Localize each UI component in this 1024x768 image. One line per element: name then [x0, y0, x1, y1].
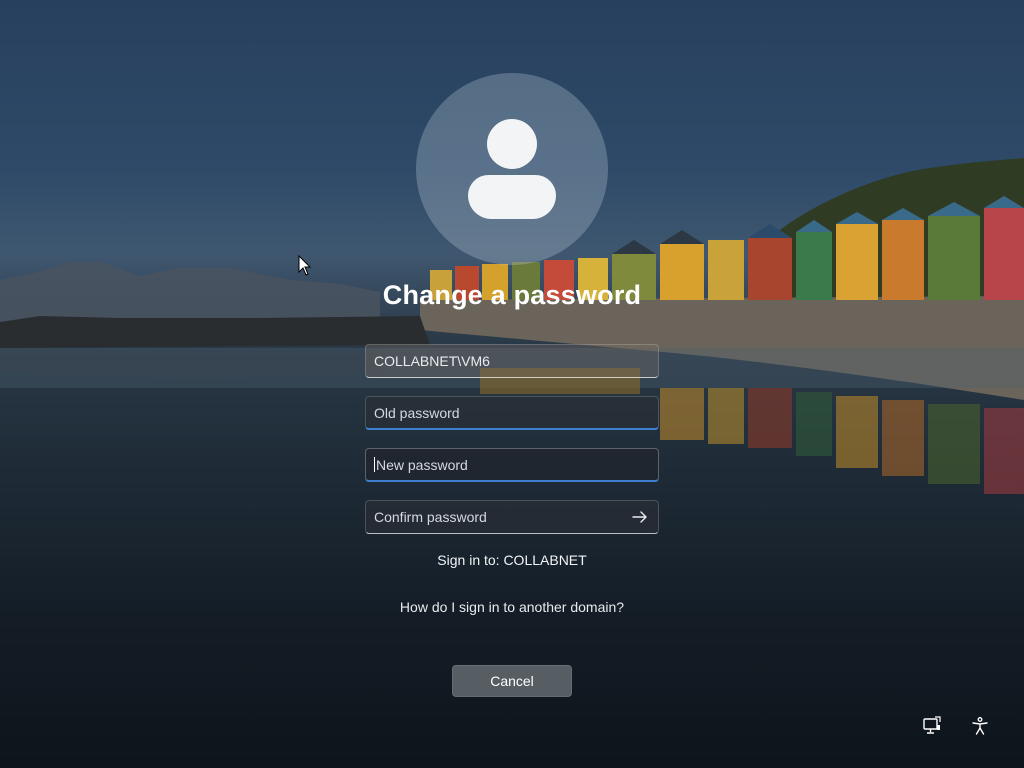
old-password-placeholder: Old password — [374, 405, 460, 421]
other-domain-link[interactable]: How do I sign in to another domain? — [312, 599, 712, 615]
username-field[interactable]: COLLABNET\VM6 — [365, 344, 659, 378]
user-avatar — [416, 73, 608, 265]
username-value: COLLABNET\VM6 — [374, 353, 490, 369]
accessibility-icon — [972, 717, 988, 735]
mouse-cursor — [298, 254, 312, 282]
page-title: Change a password — [382, 280, 642, 310]
old-password-field[interactable]: Old password — [365, 396, 659, 430]
text-caret — [374, 457, 375, 472]
sign-in-domain-label: Sign in to: COLLABNET — [437, 552, 587, 568]
confirm-password-placeholder: Confirm password — [374, 509, 487, 525]
submit-arrow-button[interactable] — [628, 505, 652, 529]
confirm-password-field[interactable]: Confirm password — [365, 500, 659, 534]
cancel-button[interactable]: Cancel — [452, 665, 572, 697]
arrow-right-icon — [632, 511, 647, 523]
network-button[interactable] — [920, 714, 944, 738]
network-icon — [923, 716, 941, 734]
new-password-field[interactable]: New password — [365, 448, 659, 482]
accessibility-button[interactable] — [968, 714, 992, 738]
user-avatar-icon — [487, 119, 537, 169]
new-password-placeholder: New password — [376, 457, 468, 473]
